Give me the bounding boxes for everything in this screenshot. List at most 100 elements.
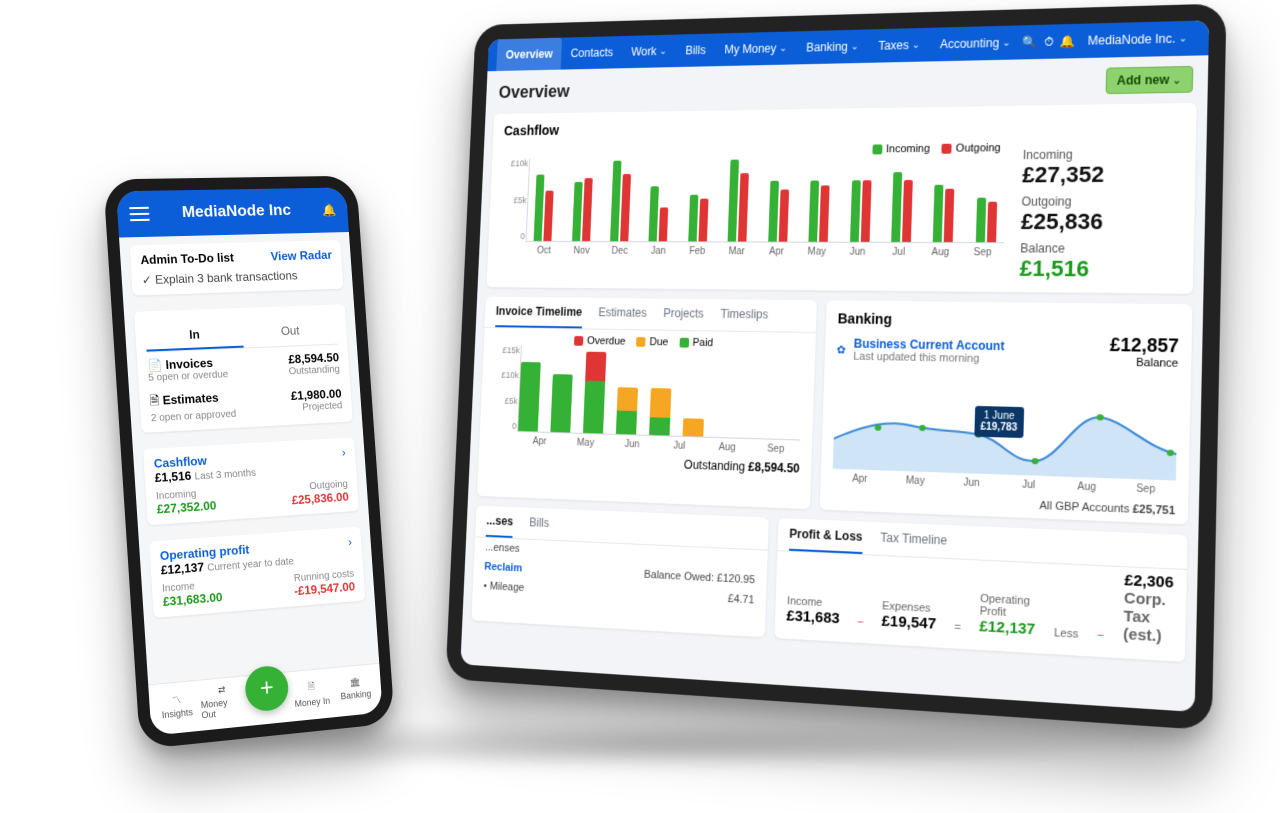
inv-ytick: £10k: [494, 370, 519, 380]
nav-label: Banking: [340, 689, 371, 702]
tab-work[interactable]: Work: [621, 35, 676, 69]
todo-title: Admin To-Do list: [140, 251, 234, 268]
tab-overview[interactable]: Overview: [496, 38, 562, 71]
balance-value: £1,516: [1019, 255, 1178, 283]
nav-label: Insights: [161, 707, 193, 720]
pltab-pl[interactable]: Profit & Loss: [789, 519, 863, 555]
legend-overdue: Overdue: [587, 335, 626, 347]
tab-in[interactable]: In: [145, 320, 244, 352]
legend-due: Due: [649, 336, 668, 348]
tablet-frame: Overview Contacts Work Bills My Money Ba…: [446, 3, 1227, 730]
reclaim-link[interactable]: Reclaim: [484, 561, 522, 575]
phone-title: MediaNode Inc: [149, 201, 323, 222]
cashflow-chart: Incoming Outgoing £10k £5k 0: [486, 136, 1019, 292]
chevron-right-icon: ›: [348, 535, 353, 549]
bank-icon: 🏛: [349, 677, 361, 689]
cf-xlabel: Oct: [525, 242, 563, 256]
phone-cashflow-balance: £1,516: [154, 469, 191, 485]
phone-cashflow-card[interactable]: Cashflow › £1,516 Last 3 months Incoming…: [143, 437, 359, 525]
chevron-right-icon: ›: [341, 446, 346, 460]
view-radar-link[interactable]: View Radar: [270, 248, 332, 263]
inv-ytick: 0: [491, 421, 516, 431]
invoice-timeline-card: Invoice Timelime Estimates Projects Time…: [477, 297, 817, 510]
pltab-tax[interactable]: Tax Timeline: [880, 522, 948, 558]
pl-value: £31,683: [786, 607, 840, 627]
search-icon[interactable]: 🔍: [1021, 35, 1040, 50]
invtab-estimates[interactable]: Estimates: [598, 298, 648, 330]
inv-xlabel: Aug: [703, 438, 752, 454]
chart-tooltip: 1 June £19,783: [974, 406, 1024, 438]
nav-insights[interactable]: 〽Insights: [154, 691, 200, 721]
cf-ytick: £10k: [503, 159, 528, 169]
tab-out[interactable]: Out: [242, 316, 338, 347]
bank-xlabel: Aug: [1057, 476, 1116, 494]
estimates-title[interactable]: Estimates: [162, 391, 219, 408]
nav-money-in[interactable]: 🗎Money In: [290, 677, 334, 709]
bank-xlabel: Sep: [1116, 478, 1176, 496]
bank-xlabel: Apr: [832, 469, 887, 486]
incoming-label: Incoming: [1023, 146, 1181, 162]
inv-xlabel: Sep: [751, 439, 800, 456]
cf-xlabel: Nov: [562, 242, 601, 257]
todo-card: Admin To-Do list View Radar ✓ Explain 3 …: [130, 240, 344, 296]
tab-accounting[interactable]: Accounting: [929, 25, 1021, 61]
gear-icon[interactable]: ✿: [837, 343, 846, 356]
cashflow-summary: Incoming £27,352 Outgoing £25,836 Balanc…: [1015, 134, 1196, 294]
timer-icon[interactable]: ⏱: [1039, 34, 1058, 50]
add-new-button[interactable]: Add new: [1105, 66, 1193, 94]
billstab-bills[interactable]: Bills: [529, 508, 550, 540]
peek-cell: £4.71: [728, 593, 755, 606]
invoices-amount-sub: Outstanding: [288, 364, 340, 377]
cf-xlabel: Aug: [919, 243, 961, 258]
cf-xlabel: Mar: [717, 242, 757, 257]
cashflow-card: Cashflow Incoming Outgoing £10k £5k 0: [486, 103, 1196, 294]
tab-my-money[interactable]: My Money: [714, 31, 797, 66]
add-fab[interactable]: +: [244, 664, 290, 712]
todo-item[interactable]: Explain 3 bank transactions: [155, 269, 298, 287]
legend-outgoing: Outgoing: [956, 142, 1001, 155]
bell-icon[interactable]: 🔔: [322, 203, 337, 217]
invtab-timeslips[interactable]: Timeslips: [720, 299, 769, 331]
phone-profit-amount: £12,137: [160, 560, 204, 577]
tab-contacts[interactable]: Contacts: [561, 36, 623, 70]
doc-icon: 🗎: [307, 678, 315, 695]
outgoing-label: Outgoing: [1021, 194, 1180, 209]
inv-xlabel: Jul: [655, 436, 703, 452]
outstanding-value: £8,594.50: [748, 460, 800, 476]
peek-cell: Balance Owed: £120.95: [644, 569, 755, 587]
tab-banking[interactable]: Banking: [796, 29, 869, 64]
tab-bills[interactable]: Bills: [676, 34, 716, 68]
phone-screen: MediaNode Inc 🔔 Admin To-Do list View Ra…: [116, 187, 383, 735]
billstab-expenses[interactable]: ...ses: [486, 506, 514, 538]
inv-xlabel: May: [562, 433, 609, 449]
invtab-projects[interactable]: Projects: [663, 299, 705, 331]
bell-icon[interactable]: 🔔: [1058, 34, 1077, 49]
tablet-screen: Overview Contacts Work Bills My Money Ba…: [460, 20, 1209, 712]
phone-profit-card[interactable]: Operating profit › £12,137 Current year …: [149, 526, 365, 618]
cf-xlabel: Feb: [677, 242, 717, 257]
pl-label: Operating Profit: [980, 593, 1037, 621]
nav-banking[interactable]: 🏛Banking: [334, 675, 377, 702]
peek-cell: ...enses: [485, 542, 520, 555]
profit-loss-card: Profit & Loss Tax Timeline Income£31,683…: [774, 518, 1187, 662]
banking-card: Banking ✿ Business Current Account Last …: [820, 300, 1193, 524]
nav-label: Money In: [294, 695, 330, 709]
menu-icon[interactable]: [129, 207, 150, 221]
cf-ytick: 0: [500, 231, 525, 241]
phone-cashflow-sub: Last 3 months: [194, 468, 256, 483]
outgoing-value: £25,836: [1021, 208, 1180, 235]
nav-money-out[interactable]: ⇄Money Out: [200, 683, 246, 721]
banking-chart: 1 June £19,783: [833, 368, 1178, 480]
tab-taxes[interactable]: Taxes: [868, 28, 931, 63]
arrows-icon: ⇄: [218, 684, 226, 696]
pl-value: £12,137: [979, 618, 1035, 639]
bank-balance-value: £12,857: [1110, 334, 1179, 357]
pl-value: £19,547: [881, 612, 936, 633]
in-out-card: In Out 📄 Invoices 5 open or overdue £8,5…: [134, 304, 353, 433]
company-menu[interactable]: MediaNode Inc.: [1077, 21, 1198, 59]
phone-bottom-nav: 〽Insights ⇄Money Out + 🗎Money In 🏛Bankin…: [148, 663, 383, 736]
page-title: Overview: [498, 81, 570, 102]
invtab-timeline[interactable]: Invoice Timelime: [495, 297, 583, 329]
chart-icon: 〽: [172, 693, 182, 707]
cf-xlabel: Apr: [756, 243, 797, 258]
